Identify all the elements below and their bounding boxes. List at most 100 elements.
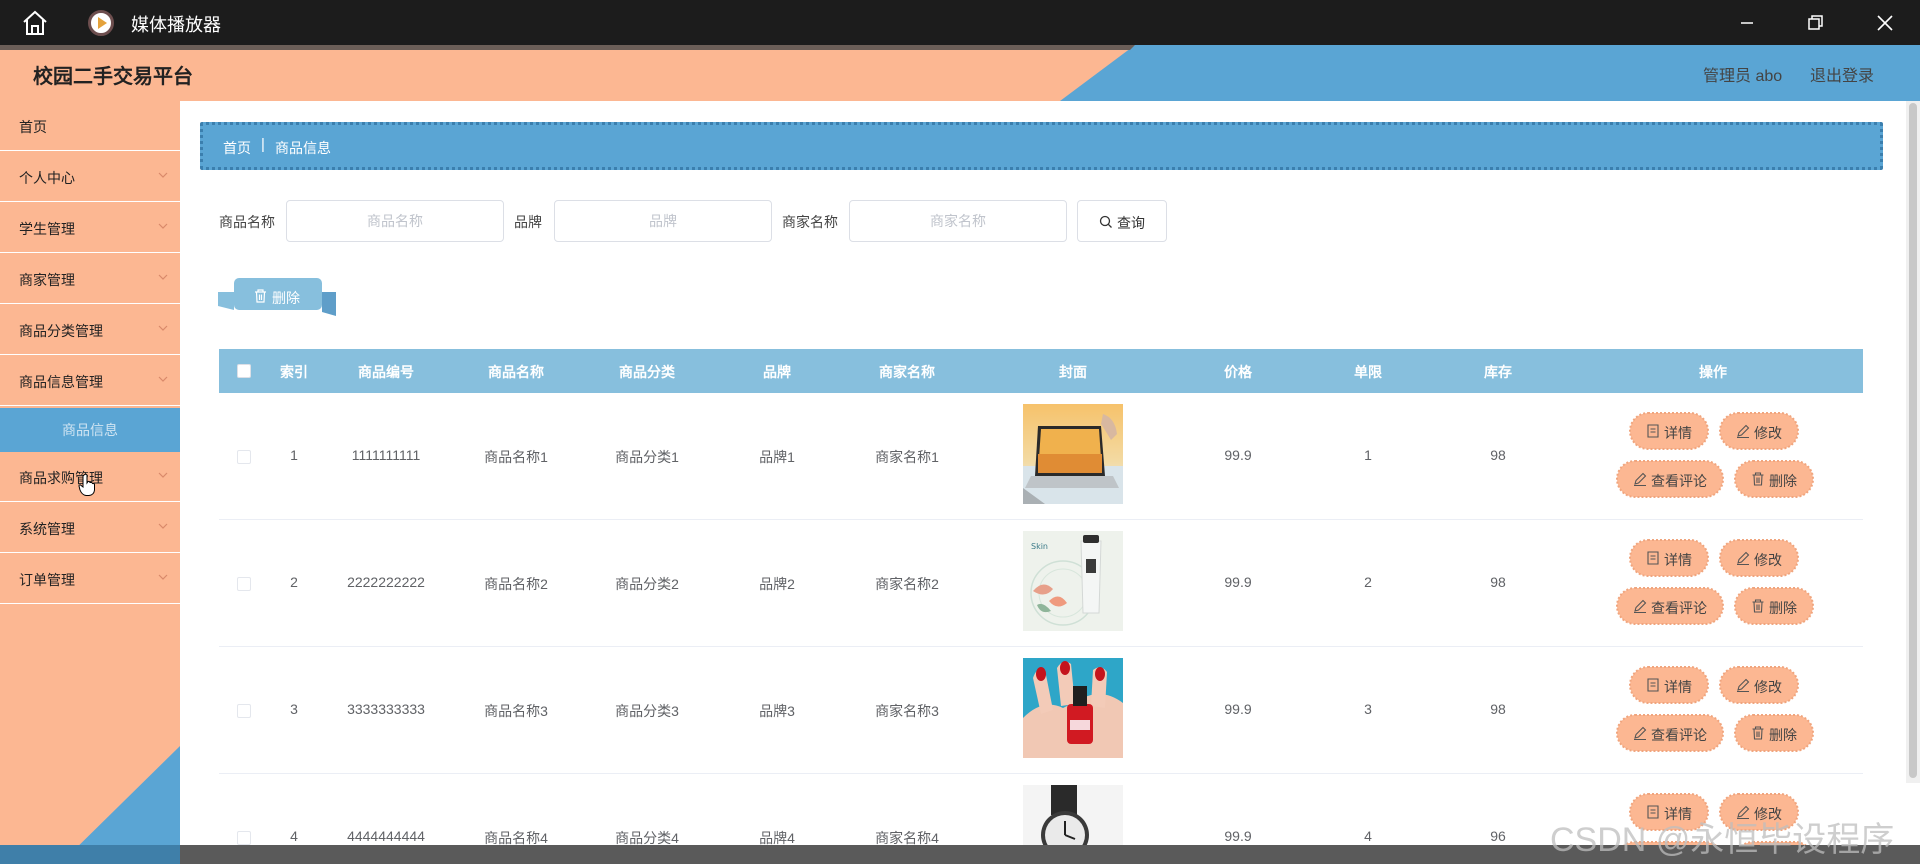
cell-category: 商品分类2 [615, 576, 679, 592]
row-delete-button[interactable]: 删除 [1734, 714, 1814, 752]
row-delete-button[interactable]: 删除 [1734, 587, 1814, 625]
product-name-input[interactable] [286, 200, 504, 242]
cell-price: 99.9 [1224, 574, 1252, 590]
sidebar-item-label: 系统管理 [19, 521, 75, 537]
sidebar-item-orders[interactable]: 订单管理 [0, 554, 180, 604]
row-checkbox[interactable] [237, 831, 251, 845]
svg-text:Skin: Skin [1031, 542, 1048, 551]
cell-product-name: 商品名称1 [484, 449, 548, 465]
sidebar-item-product-categories[interactable]: 商品分类管理 [0, 305, 180, 355]
cover-image-nail-polish[interactable] [1023, 658, 1123, 758]
breadcrumb-separator: | [261, 136, 265, 153]
view-comments-button[interactable]: 查看评论 [1616, 714, 1724, 752]
cover-image-cosmetic[interactable]: Skin [1023, 531, 1123, 631]
cover-image-watch[interactable] [1023, 785, 1123, 845]
merchant-name-input[interactable] [849, 200, 1067, 242]
document-icon [1647, 424, 1659, 438]
cell-index: 4 [290, 828, 298, 844]
cell-limit: 4 [1364, 828, 1372, 844]
sidebar-item-students[interactable]: 学生管理 [0, 203, 180, 253]
chevron-down-icon [158, 472, 168, 478]
batch-delete-button[interactable]: 删除 [218, 278, 338, 316]
cell-limit: 2 [1364, 574, 1372, 590]
edit-button[interactable]: 修改 [1719, 666, 1799, 704]
sidebar-item-label: 订单管理 [19, 572, 75, 588]
row-checkbox[interactable] [237, 577, 251, 591]
cell-category: 商品分类4 [615, 830, 679, 845]
view-comments-button[interactable]: 查看评论 [1616, 460, 1724, 498]
minimize-icon[interactable] [1732, 8, 1762, 38]
sidebar-item-home[interactable]: 首页 [0, 101, 180, 151]
edit-label: 修改 [1754, 679, 1782, 695]
select-all-checkbox[interactable] [237, 364, 251, 378]
bottom-left-band [0, 845, 180, 864]
home-icon[interactable] [20, 10, 50, 36]
row-delete-button[interactable]: 删除 [1734, 460, 1814, 498]
cell-product-code: 4444444444 [347, 828, 425, 844]
brand-title: 校园二手交易平台 [33, 66, 193, 88]
close-icon[interactable] [1870, 8, 1900, 38]
col-cover: 封面 [1059, 364, 1087, 380]
watermark: CSDN @永恒毕设程序 [1550, 821, 1895, 859]
col-index: 索引 [280, 364, 308, 380]
edit-button[interactable]: 修改 [1719, 539, 1799, 577]
cell-product-code: 1111111111 [351, 447, 421, 463]
cell-price: 99.9 [1224, 447, 1252, 463]
detail-label: 详情 [1664, 425, 1692, 441]
cell-brand: 品牌1 [759, 449, 795, 465]
col-actions: 操作 [1699, 364, 1727, 380]
view-comments-label: 查看评论 [1651, 600, 1707, 616]
query-button[interactable]: 查询 [1077, 200, 1167, 242]
cell-category: 商品分类3 [615, 703, 679, 719]
cell-brand: 品牌4 [759, 830, 795, 845]
sidebar-item-merchants[interactable]: 商家管理 [0, 254, 180, 304]
col-brand: 品牌 [763, 364, 791, 380]
chevron-down-icon [158, 223, 168, 229]
view-comments-label: 查看评论 [1651, 473, 1707, 489]
edit-button[interactable]: 修改 [1719, 412, 1799, 450]
main-scrollbar[interactable] [1906, 101, 1920, 783]
chevron-down-icon [158, 172, 168, 178]
cover-image-laptop[interactable] [1023, 404, 1123, 504]
cell-product-name: 商品名称3 [484, 703, 548, 719]
detail-button[interactable]: 详情 [1629, 666, 1709, 704]
edit-label: 修改 [1754, 552, 1782, 568]
row-checkbox[interactable] [237, 450, 251, 464]
hand-cursor-icon [78, 473, 95, 496]
row-checkbox[interactable] [237, 704, 251, 718]
sidebar-item-system[interactable]: 系统管理 [0, 503, 180, 553]
media-player-icon [88, 10, 114, 36]
sidebar-item-personal-center[interactable]: 个人中心 [0, 152, 180, 202]
edit-icon [1737, 551, 1750, 565]
breadcrumb-home[interactable]: 首页 [223, 138, 251, 158]
view-comments-button[interactable]: 查看评论 [1616, 587, 1724, 625]
detail-button[interactable]: 详情 [1629, 412, 1709, 450]
sidebar-item-product-info[interactable]: 商品信息管理 [0, 356, 180, 406]
cell-merchant: 商家名称4 [875, 830, 939, 845]
product-name-label: 商品名称 [219, 214, 275, 230]
brand-label: 品牌 [514, 214, 542, 230]
table-header: 索引 商品编号 商品名称 商品分类 品牌 商家名称 封面 价格 单限 库存 操作 [219, 349, 1863, 393]
chevron-down-icon [158, 325, 168, 331]
maximize-icon[interactable] [1800, 8, 1830, 38]
table-row: 1 1111111111 商品名称1 商品分类1 品牌1 商家名称1 99.9 … [219, 393, 1863, 520]
col-limit: 单限 [1354, 364, 1382, 380]
admin-label: 管理员 abo [1703, 68, 1783, 85]
detail-button[interactable]: 详情 [1629, 539, 1709, 577]
document-icon [1647, 551, 1659, 565]
cell-merchant: 商家名称1 [875, 449, 939, 465]
chevron-down-icon [158, 274, 168, 280]
sidebar-subitem-product-info[interactable]: 商品信息 [0, 408, 180, 452]
cell-product-name: 商品名称2 [484, 576, 548, 592]
col-merchant: 商家名称 [879, 364, 935, 380]
cell-stock: 96 [1490, 828, 1506, 844]
detail-label: 详情 [1664, 552, 1692, 568]
brand-input[interactable] [554, 200, 772, 242]
col-product-name: 商品名称 [488, 364, 544, 380]
scrollbar-thumb[interactable] [1909, 103, 1917, 778]
window-title-bar: 媒体播放器 [0, 0, 1920, 45]
cell-product-code: 3333333333 [347, 701, 425, 717]
logout-link[interactable]: 退出登录 [1810, 62, 1874, 86]
cell-price: 99.9 [1224, 828, 1252, 844]
trash-icon [255, 289, 266, 303]
